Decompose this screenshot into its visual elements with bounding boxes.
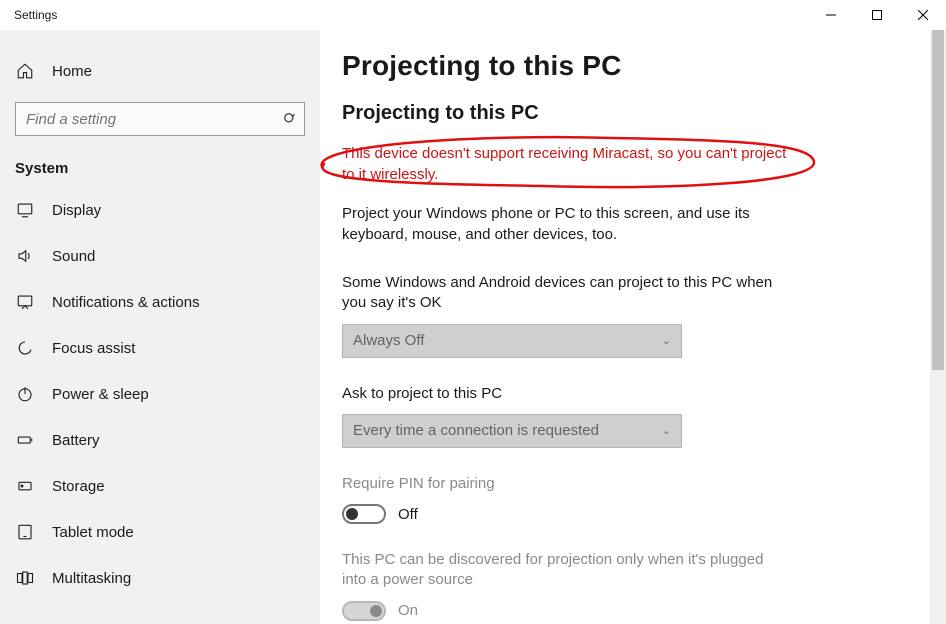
discover-plugged-toggle[interactable] [342, 601, 386, 621]
toggle-state-label: Off [398, 506, 418, 523]
minimize-icon [826, 10, 836, 20]
select-value: Every time a connection is requested [353, 422, 599, 439]
main-content: Projecting to this PC Projecting to this… [320, 30, 946, 624]
sidebar-item-battery[interactable]: Battery [0, 417, 320, 463]
sidebar-item-notifications[interactable]: Notifications & actions [0, 279, 320, 325]
sound-icon [15, 246, 35, 266]
multitasking-icon [15, 568, 35, 588]
power-icon [15, 384, 35, 404]
section-title: Projecting to this PC [342, 102, 906, 125]
miracast-warning: This device doesn't support receiving Mi… [342, 143, 792, 185]
maximize-icon [872, 10, 882, 20]
close-button[interactable] [900, 0, 946, 30]
sidebar-item-multitasking[interactable]: Multitasking [0, 555, 320, 601]
window-controls [808, 0, 946, 30]
titlebar: Settings [0, 0, 946, 30]
require-pin-label: Require PIN for pairing [342, 474, 782, 494]
search-icon [283, 112, 297, 126]
require-pin-toggle[interactable] [342, 504, 386, 524]
sidebar-item-storage[interactable]: Storage [0, 463, 320, 509]
sidebar-item-label: Display [52, 202, 101, 219]
minimize-button[interactable] [808, 0, 854, 30]
scrollbar-thumb[interactable] [932, 30, 944, 370]
home-link[interactable]: Home [0, 52, 320, 90]
search-wrap [15, 102, 305, 136]
sidebar-item-label: Power & sleep [52, 386, 149, 403]
sidebar-item-label: Sound [52, 248, 95, 265]
ask-project-label: Ask to project to this PC [342, 384, 782, 404]
battery-icon [15, 430, 35, 450]
focus-assist-icon [15, 338, 35, 358]
notifications-icon [15, 292, 35, 312]
vertical-scrollbar[interactable] [930, 30, 946, 624]
sidebar-item-label: Multitasking [52, 570, 131, 587]
close-icon [918, 10, 928, 20]
category-title: System [0, 152, 320, 187]
sidebar-item-label: Notifications & actions [52, 294, 200, 311]
sidebar-item-display[interactable]: Display [0, 187, 320, 233]
window-title: Settings [14, 8, 57, 22]
nav-list: Display Sound Notifications & actions Fo… [0, 187, 320, 601]
search-input[interactable] [15, 102, 305, 136]
storage-icon [15, 476, 35, 496]
page-title: Projecting to this PC [342, 50, 906, 82]
sidebar: Home System Display Sound Notifications … [0, 30, 320, 624]
sidebar-item-label: Focus assist [52, 340, 135, 357]
home-label: Home [52, 63, 92, 80]
home-icon [15, 62, 35, 80]
sidebar-item-label: Tablet mode [52, 524, 134, 541]
display-icon [15, 200, 35, 220]
page-description: Project your Windows phone or PC to this… [342, 203, 762, 245]
discover-plugged-label: This PC can be discovered for projection… [342, 550, 782, 591]
toggle-state-label: On [398, 602, 418, 619]
tablet-mode-icon [15, 522, 35, 542]
chevron-down-icon: ⌄ [662, 424, 671, 437]
maximize-button[interactable] [854, 0, 900, 30]
sidebar-item-power[interactable]: Power & sleep [0, 371, 320, 417]
sidebar-item-label: Battery [52, 432, 100, 449]
sidebar-item-sound[interactable]: Sound [0, 233, 320, 279]
ask-project-select[interactable]: Every time a connection is requested ⌄ [342, 414, 682, 448]
sidebar-item-label: Storage [52, 478, 105, 495]
chevron-down-icon: ⌄ [662, 334, 671, 347]
allow-projection-label: Some Windows and Android devices can pro… [342, 273, 782, 314]
select-value: Always Off [353, 332, 424, 349]
sidebar-item-tablet-mode[interactable]: Tablet mode [0, 509, 320, 555]
allow-projection-select[interactable]: Always Off ⌄ [342, 324, 682, 358]
sidebar-item-focus-assist[interactable]: Focus assist [0, 325, 320, 371]
